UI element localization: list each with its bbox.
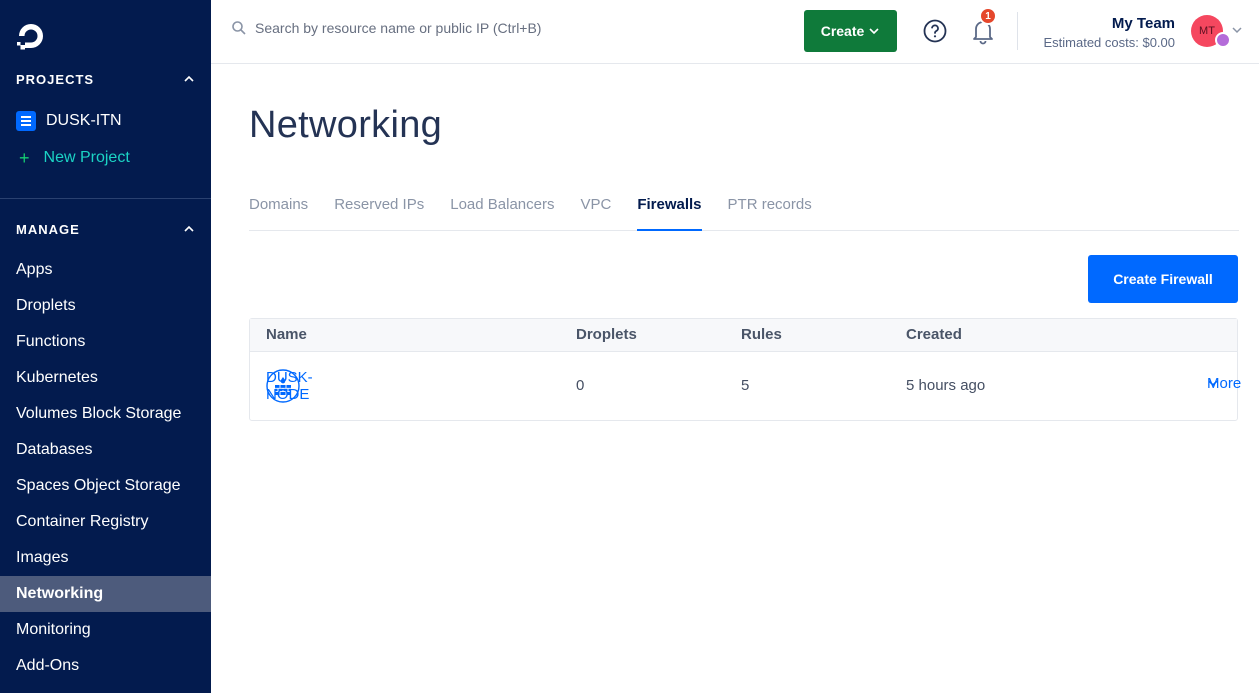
team-switcher[interactable]: My Team Estimated costs: $0.00: [1043, 15, 1175, 50]
sidebar-item-volumes[interactable]: Volumes Block Storage: [0, 396, 211, 432]
digitalocean-logo-icon[interactable]: [15, 20, 47, 52]
create-button[interactable]: Create: [804, 10, 897, 52]
column-header-rules: Rules: [741, 326, 782, 343]
top-bar: Create 1 My Team Estimated costs: $0.00 …: [211, 0, 1259, 64]
manage-section-header[interactable]: MANAGE: [16, 219, 196, 239]
sidebar-item-kubernetes[interactable]: Kubernetes: [0, 360, 211, 396]
chevron-up-icon[interactable]: [182, 72, 196, 86]
tab-firewalls[interactable]: Firewalls: [637, 194, 702, 231]
project-icon: [16, 111, 36, 131]
sidebar-item-apps[interactable]: Apps: [0, 252, 211, 288]
sidebar-item-spaces[interactable]: Spaces Object Storage: [0, 468, 211, 504]
column-header-name: Name: [266, 326, 307, 343]
search-icon: [232, 21, 246, 35]
chevron-down-icon[interactable]: [1231, 24, 1243, 36]
projects-section-header[interactable]: PROJECTS: [16, 69, 196, 89]
plus-icon: +: [19, 148, 30, 168]
firewall-droplets: 0: [576, 377, 585, 394]
sidebar-item-monitoring[interactable]: Monitoring: [0, 612, 211, 648]
tab-vpc[interactable]: VPC: [580, 194, 611, 231]
search-input[interactable]: [255, 20, 775, 36]
sidebar: PROJECTS DUSK-ITN + New Project MANAGE A…: [0, 0, 211, 693]
page-title: Networking: [249, 104, 443, 146]
firewall-name-link[interactable]: DUSK-NODE: [266, 369, 313, 403]
more-menu-button[interactable]: More: [1207, 375, 1241, 392]
create-firewall-button[interactable]: Create Firewall: [1088, 255, 1238, 303]
manage-heading: MANAGE: [16, 221, 80, 237]
table-row: DUSK-NODE 0 5 5 hours ago More: [250, 352, 1241, 420]
firewall-name: DUSK-NODE: [266, 369, 313, 403]
team-avatar-icon: [1215, 32, 1231, 48]
more-label: More: [1207, 374, 1242, 392]
team-name: My Team: [1111, 15, 1175, 32]
tab-ptr-records[interactable]: PTR records: [728, 194, 812, 231]
sidebar-nav: Apps Droplets Functions Kubernetes Volum…: [0, 252, 211, 684]
tab-domains[interactable]: Domains: [249, 194, 308, 231]
sidebar-divider: [0, 198, 211, 199]
sidebar-item-container-registry[interactable]: Container Registry: [0, 504, 211, 540]
project-name: DUSK-ITN: [46, 112, 122, 129]
sidebar-item-droplets[interactable]: Droplets: [0, 288, 211, 324]
create-label: Create: [820, 23, 865, 39]
column-header-created: Created: [906, 326, 962, 343]
help-icon[interactable]: [923, 19, 947, 43]
firewall-created: 5 hours ago: [906, 377, 986, 394]
tab-reserved-ips[interactable]: Reserved IPs: [334, 194, 424, 231]
sidebar-item-networking[interactable]: Networking: [0, 576, 211, 612]
sidebar-item-databases[interactable]: Databases: [0, 432, 211, 468]
avatar-initials: MT: [1199, 25, 1215, 37]
table-header: Name Droplets Rules Created: [250, 319, 1237, 352]
header-divider: [1017, 12, 1018, 50]
projects-heading: PROJECTS: [16, 71, 95, 87]
new-project-label: New Project: [43, 149, 130, 166]
sidebar-item-functions[interactable]: Functions: [0, 324, 211, 360]
sidebar-item-add-ons[interactable]: Add-Ons: [0, 648, 211, 684]
search-bar[interactable]: [231, 20, 775, 36]
column-header-droplets: Droplets: [576, 326, 637, 343]
sidebar-item-images[interactable]: Images: [0, 540, 211, 576]
new-project-link[interactable]: + New Project: [19, 149, 130, 167]
networking-tabs: Domains Reserved IPs Load Balancers VPC …: [249, 194, 1239, 231]
chevron-down-icon: [869, 28, 879, 35]
sidebar-project-dusk-itn[interactable]: DUSK-ITN: [16, 111, 122, 131]
firewall-rules: 5: [741, 377, 750, 394]
firewalls-table: Name Droplets Rules Created DUSK-NODE 0 …: [249, 318, 1241, 421]
estimated-costs: Estimated costs: $0.00: [1043, 35, 1175, 50]
chevron-up-icon[interactable]: [182, 222, 196, 236]
tab-load-balancers[interactable]: Load Balancers: [450, 194, 554, 231]
notification-badge: 1: [979, 7, 997, 25]
